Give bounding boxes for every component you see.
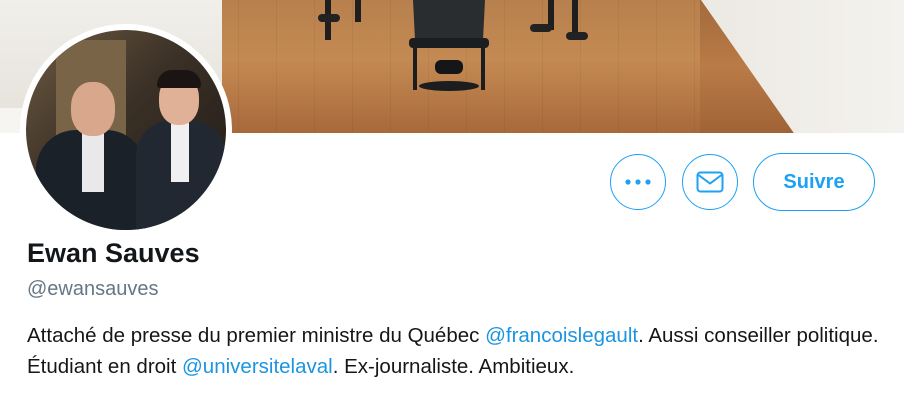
display-name: Ewan Sauves — [27, 238, 200, 268]
banner-leg — [572, 0, 578, 34]
mention-link[interactable]: @francoislegault — [485, 324, 638, 347]
banner-shoe — [318, 14, 340, 22]
follow-button[interactable]: Suivre — [753, 153, 875, 211]
bio-text: Attaché de presse du premier ministre du… — [27, 324, 486, 347]
more-options-button[interactable] — [610, 154, 666, 210]
avatar-hair — [157, 70, 201, 88]
avatar[interactable] — [26, 30, 226, 230]
profile-bio: Attaché de presse du premier ministre du… — [27, 320, 887, 382]
avatar-face — [71, 82, 115, 136]
avatar-shirt — [82, 132, 104, 192]
banner-shoe — [566, 32, 588, 40]
mention-link[interactable]: @universitelaval — [182, 355, 333, 378]
user-handle: @ewansauves — [27, 278, 159, 300]
message-button[interactable] — [682, 154, 738, 210]
banner-shoe — [530, 24, 552, 32]
avatar-shirt — [171, 122, 189, 182]
banner-chair — [409, 0, 489, 91]
mail-icon — [696, 171, 724, 193]
more-dots-icon — [625, 179, 651, 185]
bio-text: . Ex-journaliste. Ambitieux. — [332, 355, 575, 378]
banner-leg — [355, 0, 361, 22]
